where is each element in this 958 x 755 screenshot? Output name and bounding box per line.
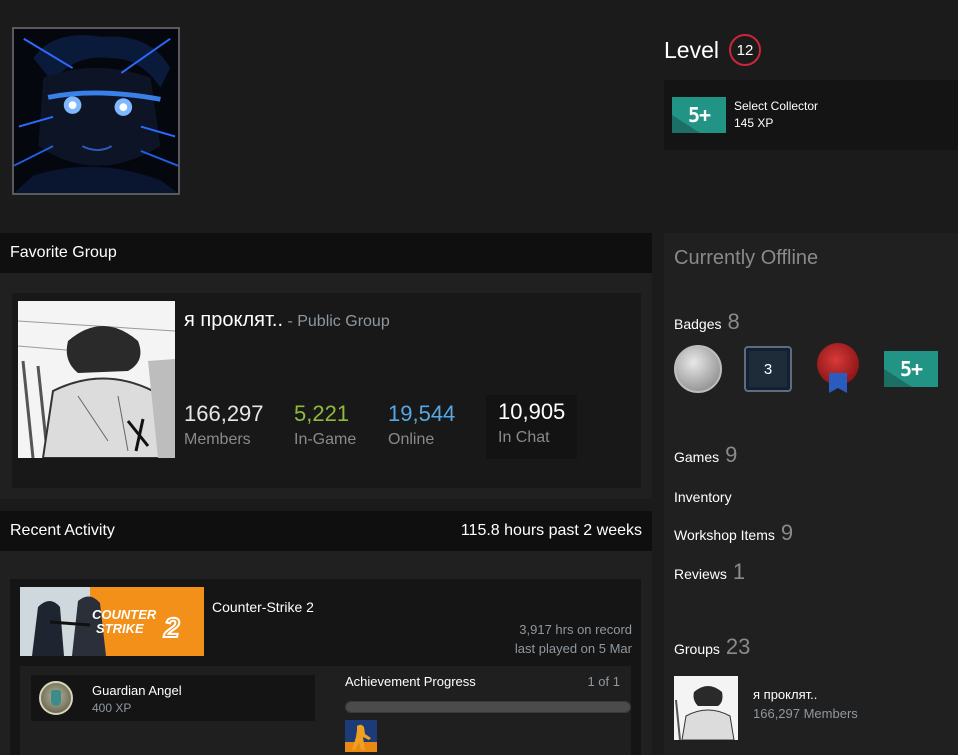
game-name-link[interactable]: Counter-Strike 2 [212, 599, 314, 615]
online-status: Currently Offline [674, 247, 819, 269]
game-capsule-image[interactable]: COUNTER STRIKE 2 [20, 587, 204, 656]
5plus-badge-icon: 5+ [672, 97, 726, 133]
recent-activity-title: Recent Activity [10, 522, 115, 539]
featured-badge[interactable]: 5+ Select Collector 145 XP [664, 80, 958, 150]
profile-sidebar: Currently Offline Badges 8 3 5+ Games 9 … [664, 233, 958, 755]
avatar-image [14, 29, 178, 193]
recent-game-card: COUNTER STRIKE 2 Counter-Strike 2 3,917 … [10, 579, 641, 755]
in-game-label: In-Game [294, 431, 357, 448]
svg-text:COUNTER: COUNTER [92, 607, 157, 622]
online-label: Online [388, 431, 435, 448]
game-playtime: 3,917 hrs on record last played on 5 Mar [515, 620, 632, 658]
group-stat-in-chat[interactable]: 10,905 In Chat [486, 395, 578, 459]
in-chat-count: 10,905 [498, 399, 566, 424]
games-label: Games [674, 449, 720, 465]
hours-on-record: 3,917 hrs on record [519, 622, 632, 637]
sidebar-group-avatar[interactable] [674, 676, 738, 740]
online-count: 19,544 [388, 401, 456, 426]
group-avatar[interactable] [18, 301, 175, 458]
cs2-capsule-art: COUNTER STRIKE 2 [20, 587, 204, 656]
group-name-link[interactable]: я проклят.. [184, 309, 283, 331]
games-link[interactable]: Games 9 [674, 442, 737, 468]
workshop-count: 9 [780, 520, 794, 545]
achievement-progress-label[interactable]: Achievement Progress [345, 674, 476, 689]
latest-achievement[interactable]: Guardian Angel 400 XP [31, 675, 315, 721]
in-game-count: 5,221 [294, 401, 350, 426]
groups-label: Groups [674, 641, 720, 657]
group-title: я проклят.. - Public Group [184, 309, 390, 332]
badges-count: 8 [727, 309, 740, 334]
group-stat-members: 166,297 Members [184, 401, 264, 451]
cs-achievement-icon[interactable] [345, 720, 377, 752]
achievement-progress-fill [346, 702, 630, 712]
recent-activity-header: Recent Activity 115.8 hours past 2 weeks [0, 511, 652, 551]
profile-avatar[interactable] [12, 27, 180, 195]
group-stat-online: 19,544 Online [388, 401, 455, 451]
level-number-badge[interactable]: 12 [728, 34, 761, 66]
achievement-xp: 400 XP [92, 701, 132, 715]
silver-coin-badge-icon[interactable] [674, 345, 722, 393]
svg-text:2: 2 [163, 612, 180, 643]
last-played: last played on 5 Mar [514, 641, 632, 656]
cs-soldier-icon [345, 720, 377, 752]
profile-level: Level 12 [664, 34, 761, 66]
workshop-label: Workshop Items [674, 527, 775, 543]
favorite-group-title: Favorite Group [10, 244, 117, 261]
members-label: Members [184, 431, 251, 448]
achievement-name: Guardian Angel [92, 683, 182, 698]
achievement-box: Guardian Angel 400 XP Achievement Progre… [20, 666, 631, 755]
favorite-group-card: я проклят.. - Public Group 166,297 Membe… [12, 293, 641, 488]
inventory-label: Inventory [674, 489, 732, 505]
sidebar-group-name[interactable]: я проклят.. [753, 687, 817, 702]
members-count: 166,297 [184, 401, 264, 426]
featured-badge-xp: 145 XP [734, 116, 774, 130]
achievement-progress-bar [345, 701, 631, 713]
games-count: 9 [725, 442, 738, 467]
guardian-angel-achievement-icon [39, 681, 73, 715]
reviews-link[interactable]: Reviews 1 [674, 559, 745, 585]
badges-label: Badges [674, 316, 722, 332]
groups-count: 23 [725, 634, 751, 659]
reviews-count: 1 [732, 559, 746, 584]
workshop-items-link[interactable]: Workshop Items 9 [674, 520, 793, 546]
5plus-badge-icon[interactable]: 5+ [884, 351, 938, 387]
level-label: Level [664, 36, 719, 63]
group-stat-in-game: 5,221 In-Game [294, 401, 356, 451]
badges-link[interactable]: Badges 8 [674, 309, 740, 335]
reviews-label: Reviews [674, 566, 727, 582]
badge-showcase: 3 5+ [674, 343, 938, 395]
in-chat-label: In Chat [498, 429, 550, 446]
favorite-group-header: Favorite Group [0, 233, 652, 273]
achievement-progress-count: 1 of 1 [587, 674, 620, 689]
group-avatar-image [18, 301, 175, 458]
groups-link[interactable]: Groups 23 [674, 634, 750, 660]
sidebar-group-avatar-image [674, 676, 738, 740]
featured-badge-name: Select Collector [734, 99, 819, 113]
group-type: - Public Group [283, 313, 390, 330]
svg-text:STRIKE: STRIKE [96, 621, 144, 636]
red-seal-badge-icon[interactable] [814, 343, 862, 395]
steam-profile-page: Level 12 5+ Select Collector 145 XP Favo… [0, 0, 958, 755]
numbered-badge-icon[interactable]: 3 [744, 346, 792, 392]
inventory-link[interactable]: Inventory [674, 489, 732, 505]
sidebar-group-members: 166,297 Members [753, 706, 858, 721]
recent-activity-summary: 115.8 hours past 2 weeks [460, 522, 642, 539]
